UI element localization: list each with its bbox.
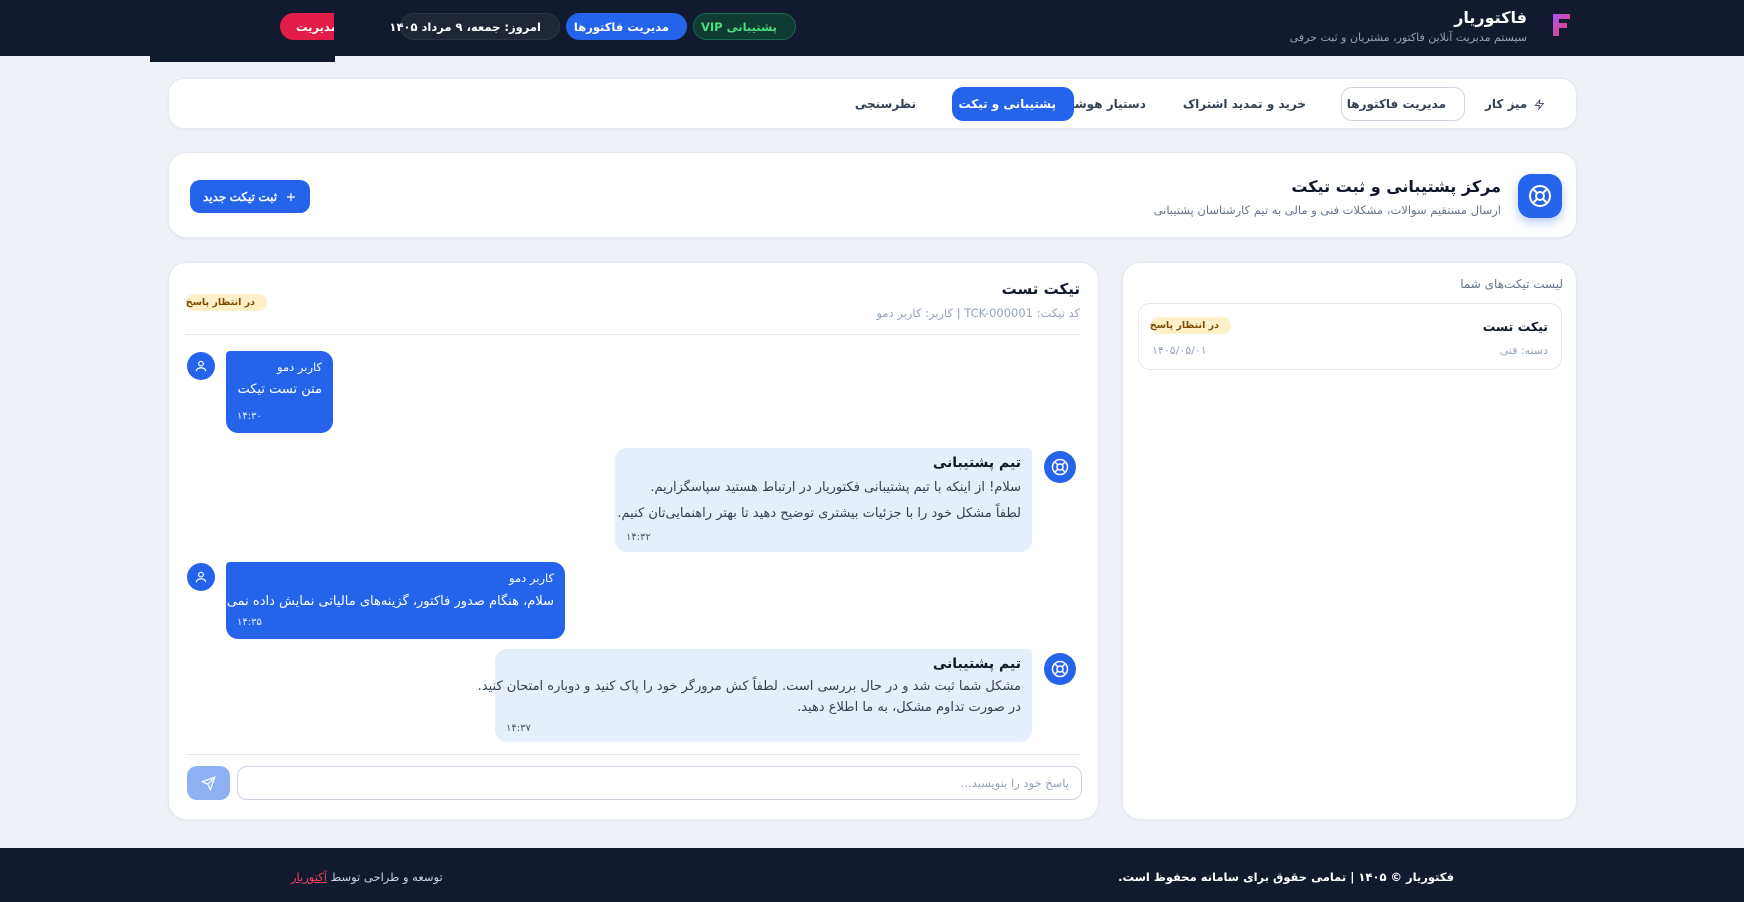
message-sender: کاربر دمو <box>277 360 322 374</box>
message-sender: تیم پشتیبانی <box>932 656 1021 672</box>
brand-subtitle: سیستم مدیریت آنلاین فاکتور، مشتریان و ثب… <box>1289 31 1527 44</box>
user-avatar <box>187 563 215 591</box>
nav-item-subscription[interactable]: خرید و تمدید اشتراک <box>1180 87 1324 121</box>
support-avatar <box>1044 451 1076 483</box>
message-text: متن تست تیکت <box>237 382 322 397</box>
ticket-list-title: لیست تیکت‌های شما <box>1460 277 1563 291</box>
send-icon <box>201 775 216 791</box>
footer: فکتوریار © ۱۴۰۵ | تمامی حقوق برای سامانه… <box>0 848 1744 902</box>
message-line: در صورت تداوم مشکل، به ما اطلاع دهید. <box>797 700 1021 715</box>
nav-item-dashboard[interactable]: میز کار <box>1474 87 1556 121</box>
message-bubble-user: کاربر دمو متن تست تیکت ۱۴:۳۰ <box>226 351 333 433</box>
message-line: لطفاً مشکل خود را با جزئیات بیشتری توضیح… <box>617 506 1021 521</box>
user-icon <box>195 571 207 583</box>
message-sender: تیم پشتیبانی <box>932 455 1021 471</box>
support-avatar <box>1044 653 1076 685</box>
ticket-meta: کد تیکت: TCK-000001 | کاربر: کاربر دمو <box>876 306 1080 320</box>
nav-label: نظرسنجی <box>854 97 916 111</box>
message-text: سلام، هنگام صدور فاکتور، گزینه‌های مالیا… <box>199 594 554 609</box>
nav-item-invoices[interactable]: مدیریت فاکتورها <box>1341 87 1465 121</box>
date-display: امروز: جمعه، ۹ مرداد ۱۴۰۵ <box>389 13 560 40</box>
message-bubble-support: تیم پشتیبانی مشکل شما ثبت شد و در حال بر… <box>478 649 1032 742</box>
user-icon <box>195 360 207 372</box>
send-button[interactable] <box>187 766 230 800</box>
status-badge-label: در انتظار پاسخ <box>185 297 255 308</box>
brand-title: فاکتوریار <box>1454 8 1527 27</box>
nav-label: خرید و تمدید اشتراک <box>1182 97 1306 111</box>
vip-support-button[interactable]: پشتیبانی VIP <box>693 13 796 40</box>
status-badge: در انتظار پاسخ <box>186 294 267 311</box>
ticket-list-item[interactable]: تیکت تست در انتظار پاسخ دسته: فنی ۱۴۰۵/۰… <box>1138 303 1562 370</box>
reply-input[interactable] <box>237 766 1082 800</box>
plus-icon <box>287 192 296 201</box>
message-time: ۱۴:۳۲ <box>626 532 651 543</box>
message-time: ۱۴:۳۵ <box>237 617 262 628</box>
status-badge-label: در انتظار پاسخ <box>1149 320 1219 331</box>
header-tab-indicator <box>150 56 335 62</box>
lightning-icon <box>1534 98 1545 110</box>
divider <box>186 334 1081 335</box>
ticket-item-title: تیکت تست <box>1482 319 1548 334</box>
footer-copyright: فکتوریار © ۱۴۰۵ | تمامی حقوق برای سامانه… <box>1118 870 1454 884</box>
message-line: سلام! از اینکه با تیم پشتیبانی فکتوریار … <box>650 480 1021 495</box>
page-title: مرکز پشتیبانی و ثبت تیکت <box>1291 177 1501 196</box>
admin-panel-label: پنل مدیریت <box>295 19 334 34</box>
developer-link[interactable]: آکتوریار <box>291 870 327 884</box>
ticket-chat-card: تیکت تست کد تیکت: TCK-000001 | کاربر: کا… <box>168 262 1099 820</box>
ticket-title: تیکت تست <box>1001 280 1080 298</box>
ticket-item-category: دسته: فنی <box>1499 344 1548 357</box>
new-ticket-button[interactable]: ثبت تیکت جدید <box>190 180 310 213</box>
page-subtitle: ارسال مستقیم سوالات، مشکلات فنی و مالی ب… <box>1153 203 1501 217</box>
user-avatar <box>187 352 215 380</box>
nav-item-support[interactable]: پشتیبانی و تیکت <box>952 87 1074 121</box>
ticket-list-card: لیست تیکت‌های شما تیکت تست در انتظار پاس… <box>1122 262 1577 820</box>
vip-support-label: پشتیبانی VIP <box>701 19 777 34</box>
footer-credits-prefix: توسعه و طراحی توسط <box>330 870 443 884</box>
new-ticket-label: ثبت تیکت جدید <box>202 189 278 204</box>
brand-logo-icon <box>1553 14 1570 36</box>
message-time: ۱۴:۳۷ <box>506 723 531 734</box>
ticket-item-date: ۱۴۰۵/۰۵/۰۱ <box>1152 344 1207 357</box>
admin-panel-button[interactable]: پنل مدیریت <box>280 13 334 40</box>
message-time: ۱۴:۳۰ <box>237 411 262 422</box>
nav-item-survey[interactable]: نظرسنجی <box>854 87 934 121</box>
support-hero-icon <box>1518 174 1562 218</box>
lifebuoy-icon <box>1529 185 1551 207</box>
lifebuoy-icon <box>1051 660 1069 678</box>
message-bubble-user: کاربر دمو سلام، هنگام صدور فاکتور، گزینه… <box>199 562 565 639</box>
message-bubble-support: تیم پشتیبانی سلام! از اینکه با تیم پشتیب… <box>615 448 1032 552</box>
lifebuoy-icon <box>1051 458 1069 476</box>
top-header: فاکتوریار سیستم مدیریت آنلاین فاکتور، مش… <box>0 0 1744 56</box>
support-header-card: مرکز پشتیبانی و ثبت تیکت ارسال مستقیم سو… <box>168 152 1577 238</box>
nav-label: میز کار <box>1485 97 1528 111</box>
message-sender: کاربر دمو <box>509 571 554 585</box>
footer-credits: توسعه و طراحی توسط آکتوریار <box>291 870 443 884</box>
panel-clip: پنل مدیریت <box>0 0 334 56</box>
invoices-button[interactable]: مدیریت فاکتورها <box>566 13 687 40</box>
nav-label: پشتیبانی و تیکت <box>958 97 1056 111</box>
date-label: امروز: جمعه، ۹ مرداد ۱۴۰۵ <box>389 19 541 34</box>
main-nav: میز کار مدیریت فاکتورها خرید و تمدید اشت… <box>168 78 1577 129</box>
message-line: مشکل شما ثبت شد و در حال بررسی است. لطفا… <box>477 679 1021 694</box>
divider <box>186 754 1081 755</box>
status-badge: در انتظار پاسخ <box>1149 317 1231 334</box>
invoices-label: مدیریت فاکتورها <box>573 19 669 34</box>
nav-label: مدیریت فاکتورها <box>1346 97 1446 111</box>
